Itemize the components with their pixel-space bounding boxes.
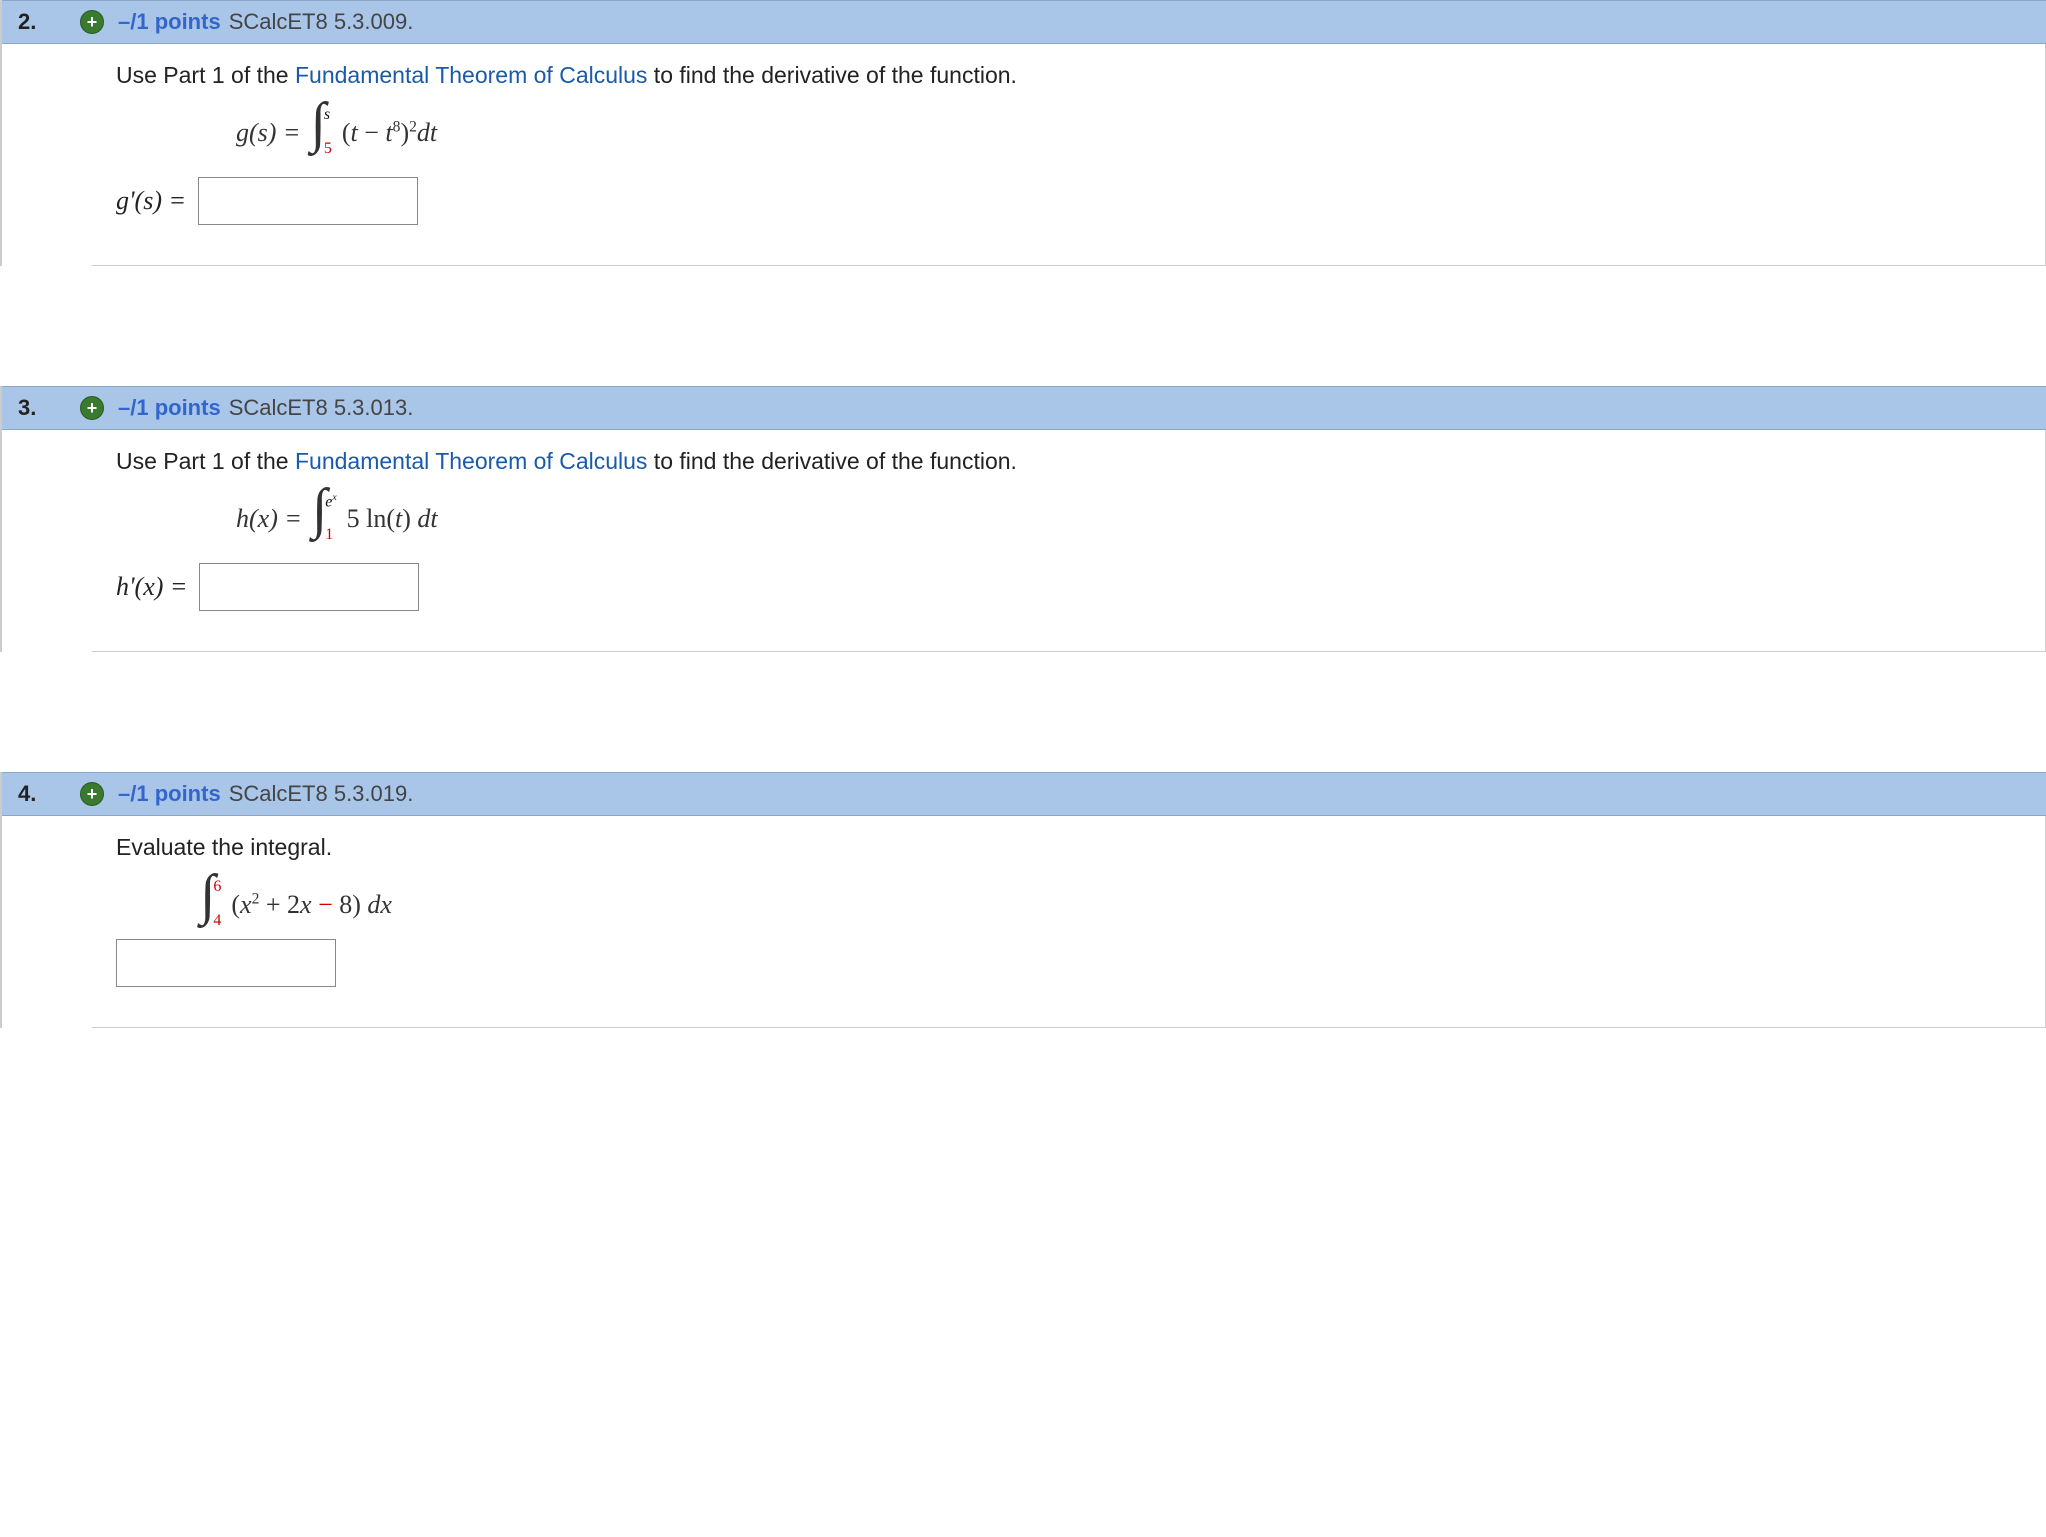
answer-input[interactable] bbox=[116, 939, 336, 987]
dt: dt bbox=[417, 118, 437, 147]
question-header: 4. + –/1 points SCalcET8 5.3.019. bbox=[2, 772, 2046, 816]
question-body: Evaluate the integral. ∫ 6 4 (x2 + 2x − … bbox=[92, 816, 2046, 1028]
integrand: (t − t8)2dt bbox=[342, 118, 437, 148]
function-definition: h(x) = ∫ ex 1 5 ln(t) dt bbox=[236, 493, 2021, 545]
question-block: 4. + –/1 points SCalcET8 5.3.019. Evalua… bbox=[0, 772, 2046, 1028]
question-body: Use Part 1 of the Fundamental Theorem of… bbox=[92, 430, 2046, 652]
points-label[interactable]: –/1 points bbox=[118, 395, 221, 421]
int-lower: 4 bbox=[213, 913, 221, 929]
question-block: 2. + –/1 points SCalcET8 5.3.009. Use Pa… bbox=[0, 0, 2046, 266]
prompt-pre: Use Part 1 of the bbox=[116, 62, 295, 88]
function-definition: g(s) = ∫ s 5 (t − t8)2dt bbox=[236, 107, 2021, 159]
answer-input[interactable] bbox=[198, 177, 418, 225]
question-number: 4. bbox=[18, 781, 42, 807]
source-label: SCalcET8 5.3.009. bbox=[229, 9, 414, 35]
points-label[interactable]: –/1 points bbox=[118, 9, 221, 35]
source-label: SCalcET8 5.3.019. bbox=[229, 781, 414, 807]
points-label[interactable]: –/1 points bbox=[118, 781, 221, 807]
question-number: 2. bbox=[18, 9, 42, 35]
prompt-text: Use Part 1 of the Fundamental Theorem of… bbox=[116, 62, 2021, 89]
question-block: 3. + –/1 points SCalcET8 5.3.013. Use Pa… bbox=[0, 386, 2046, 652]
question-header: 3. + –/1 points SCalcET8 5.3.013. bbox=[2, 386, 2046, 430]
integrand: (x2 + 2x − 8) dx bbox=[231, 890, 392, 920]
answer-label: h'(x) = bbox=[116, 572, 187, 602]
theorem-link[interactable]: Fundamental Theorem of Calculus bbox=[295, 448, 647, 474]
question-header: 2. + –/1 points SCalcET8 5.3.009. bbox=[2, 0, 2046, 44]
source-label: SCalcET8 5.3.013. bbox=[229, 395, 414, 421]
plus-icon[interactable]: + bbox=[80, 10, 104, 34]
integral-icon: ∫ ex 1 bbox=[312, 493, 337, 545]
answer-row: g'(s) = bbox=[116, 177, 2021, 225]
func-lhs: g(s) = bbox=[236, 118, 300, 148]
exp-x: x bbox=[332, 492, 336, 503]
prompt-text: Evaluate the integral. bbox=[116, 834, 2021, 861]
dt: dt bbox=[417, 504, 437, 533]
prompt-text: Use Part 1 of the Fundamental Theorem of… bbox=[116, 448, 2021, 475]
dx: dx bbox=[367, 890, 392, 919]
exp-2: 2 bbox=[409, 118, 417, 135]
prompt-post: to find the derivative of the function. bbox=[647, 62, 1017, 88]
prompt-pre: Use Part 1 of the bbox=[116, 448, 295, 474]
question-body: Use Part 1 of the Fundamental Theorem of… bbox=[92, 44, 2046, 266]
int-upper: ex bbox=[325, 493, 336, 510]
integral-expression: ∫ 6 4 (x2 + 2x − 8) dx bbox=[196, 879, 2021, 931]
answer-label: g'(s) = bbox=[116, 186, 186, 216]
plus-icon[interactable]: + bbox=[80, 782, 104, 806]
func-lhs: h(x) = bbox=[236, 504, 302, 534]
theorem-link[interactable]: Fundamental Theorem of Calculus bbox=[295, 62, 647, 88]
int-lower: 5 bbox=[324, 141, 332, 157]
integrand: 5 ln(t) dt bbox=[347, 504, 438, 534]
question-number: 3. bbox=[18, 395, 42, 421]
int-lower: 1 bbox=[325, 527, 336, 543]
plus-icon[interactable]: + bbox=[80, 396, 104, 420]
prompt-post: to find the derivative of the function. bbox=[647, 448, 1017, 474]
answer-row bbox=[116, 939, 2021, 987]
integral-icon: ∫ 6 4 bbox=[200, 879, 221, 931]
int-upper: s bbox=[324, 107, 332, 123]
answer-input[interactable] bbox=[199, 563, 419, 611]
answer-row: h'(x) = bbox=[116, 563, 2021, 611]
integral-icon: ∫ s 5 bbox=[310, 107, 331, 159]
int-upper: 6 bbox=[213, 879, 221, 895]
